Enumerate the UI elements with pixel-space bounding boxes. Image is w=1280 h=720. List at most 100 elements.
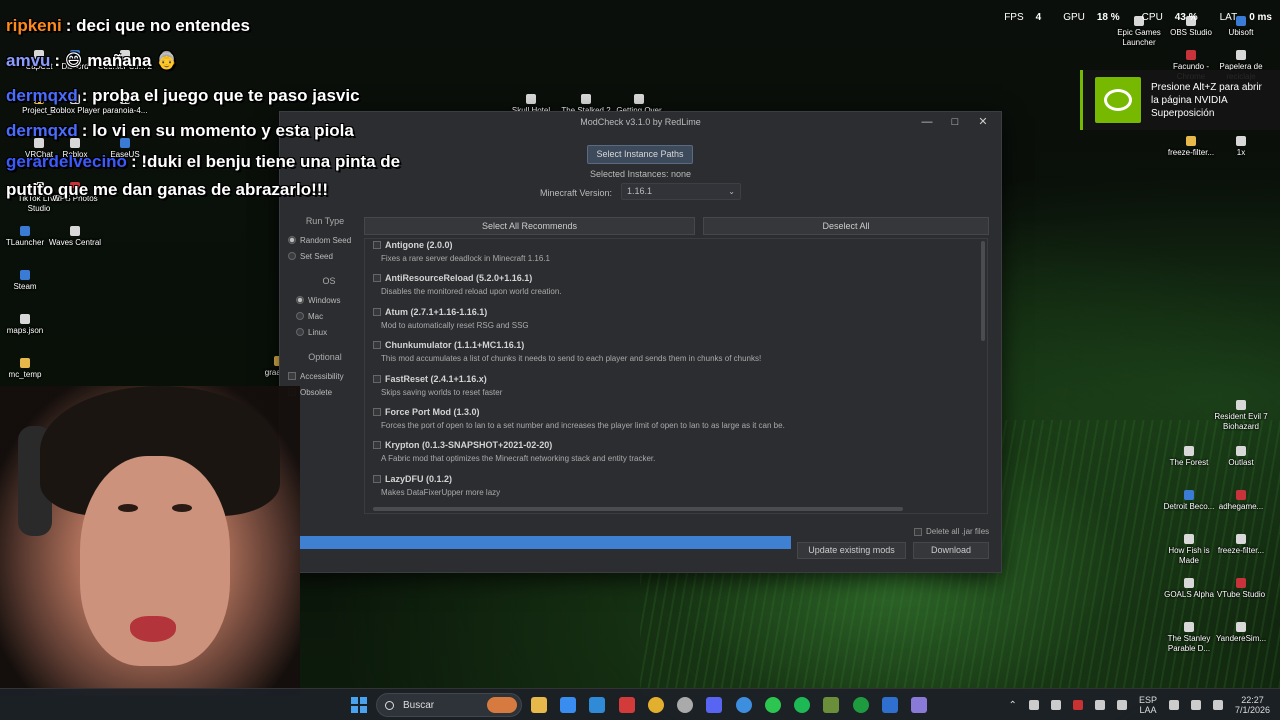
mod-checkbox[interactable]: Force Port Mod (1.3.0) — [373, 407, 979, 417]
mod-list-item[interactable]: AntiResourceReload (5.2.0+1.16.1) Disable… — [365, 272, 987, 305]
desktop-icon[interactable]: 1x — [1210, 136, 1272, 158]
app-icon[interactable] — [882, 697, 898, 713]
desktop-icon[interactable]: maps.json — [0, 314, 56, 336]
steam-taskbar-icon[interactable] — [677, 697, 693, 713]
app-icon — [1236, 622, 1246, 632]
close-button[interactable]: ✕ — [969, 114, 997, 130]
desktop-icon-label: freeze-filter... — [1217, 546, 1265, 555]
delete-jar-checkbox[interactable]: Delete all .jar files — [914, 527, 989, 536]
taskbar: Buscar ⌃ ESP LAA 22:27 7/1/2026 — [0, 688, 1280, 720]
desktop-icon[interactable]: Waves Central — [44, 226, 106, 248]
checkbox-icon — [288, 372, 296, 380]
windows-start-icon[interactable] — [351, 697, 367, 713]
desktop-icon-label: Resident Evil 7 Biohazard — [1214, 412, 1268, 431]
desktop-icon[interactable]: YandereSim... — [1210, 622, 1272, 644]
app-icon — [1184, 446, 1194, 456]
mod-list-item[interactable]: LazyDFU (0.1.2) Makes DataFixerUpper more… — [365, 473, 987, 506]
nvidia-toast[interactable]: Presione Alt+Z para abrir la página NVID… — [1080, 70, 1280, 130]
mod-list-item[interactable]: FastReset (2.4.1+1.16.x) Skips saving wor… — [365, 373, 987, 406]
chat-message: ripkeni: deci que no entendes — [6, 8, 426, 43]
tray-app-icon[interactable] — [1050, 700, 1061, 710]
maximize-button[interactable]: □ — [941, 114, 969, 130]
whatsapp-icon[interactable] — [765, 697, 781, 713]
chrome-profile-icon[interactable] — [736, 697, 752, 713]
microphone-icon[interactable] — [1116, 700, 1127, 710]
desktop-icon-label: OBS Studio — [1170, 28, 1212, 37]
copilot-icon[interactable] — [560, 697, 576, 713]
minecraft-version-label: Minecraft Version: — [540, 188, 613, 198]
radio-mac[interactable]: Mac — [296, 308, 362, 324]
desktop-icon[interactable]: Outlast — [1210, 446, 1272, 468]
language-indicator[interactable]: ESP LAA — [1139, 695, 1157, 715]
app-icon — [20, 314, 30, 324]
volume-icon[interactable] — [1190, 700, 1201, 710]
minimize-button[interactable]: — — [913, 114, 941, 130]
mod-list-item[interactable]: Antigone (2.0.0) Fixes a rare server dead… — [365, 239, 987, 272]
radio-windows[interactable]: Windows — [296, 292, 362, 308]
minecraft-version-value: 1.16.1 — [627, 186, 653, 196]
store-icon[interactable] — [589, 697, 605, 713]
radio-set-seed[interactable]: Set Seed — [288, 248, 362, 264]
desktop-icon[interactable]: mc_temp — [0, 358, 56, 380]
update-existing-mods-button[interactable]: Update existing mods — [797, 542, 906, 559]
chat-message: amvu: 😄 mañana 👵 — [6, 43, 426, 78]
checkbox-icon — [373, 474, 381, 483]
clock[interactable]: 22:27 7/1/2026 — [1235, 695, 1270, 715]
mod-checkbox[interactable]: Chunkumulator (1.1.1+MC1.16.1) — [373, 340, 979, 350]
mod-checkbox[interactable]: Krypton (0.1.3-SNAPSHOT+2021-02-20) — [373, 440, 979, 450]
battery-icon[interactable] — [1212, 700, 1223, 710]
mod-list[interactable]: Antigone (2.0.0) Fixes a rare server dead… — [364, 238, 988, 514]
tray-app-icon[interactable] — [1028, 700, 1039, 710]
desktop-icon[interactable]: VTube Studio — [1210, 578, 1272, 600]
deselect-all-button[interactable]: Deselect All — [703, 217, 989, 235]
desktop-icon-label: Steam — [13, 282, 37, 291]
chevron-up-icon[interactable]: ⌃ — [1009, 700, 1017, 711]
checkbox-accessibility[interactable]: Accessibility — [288, 368, 362, 384]
tray-app-icon[interactable] — [1072, 700, 1083, 710]
chrome-icon[interactable] — [648, 697, 664, 713]
desktop-icon[interactable]: freeze-filter... — [1210, 534, 1272, 556]
tray-app-icon[interactable] — [1094, 700, 1105, 710]
desktop-icon[interactable]: Steam — [0, 270, 56, 292]
radio-random-seed[interactable]: Random Seed — [288, 232, 362, 248]
mod-list-item[interactable]: Chunkumulator (1.1.1+MC1.16.1) This mod a… — [365, 339, 987, 372]
modcheck-taskbar-icon[interactable] — [911, 697, 927, 713]
radio-linux[interactable]: Linux — [296, 324, 362, 340]
wifi-icon[interactable] — [1168, 700, 1179, 710]
spotify-icon[interactable] — [794, 697, 810, 713]
file-explorer-icon[interactable] — [531, 697, 547, 713]
desktop-icon-label: The Stanley Parable D... — [1167, 634, 1211, 653]
desktop-icon[interactable]: Resident Evil 7 Biohazard — [1210, 400, 1272, 432]
minecraft-version-select[interactable]: 1.16.1 ⌄ — [621, 183, 741, 200]
mod-description: Forces the port of open to lan to a set … — [381, 420, 785, 430]
horizontal-scrollbar[interactable] — [373, 507, 903, 511]
mod-list-item[interactable]: Force Port Mod (1.3.0) Forces the port of… — [365, 406, 987, 439]
desktop-icon[interactable]: adhegame... — [1210, 490, 1272, 512]
mod-description: Disables the monitored reload upon world… — [381, 287, 562, 297]
mod-checkbox[interactable]: Antigone (2.0.0) — [373, 240, 979, 250]
app-icon — [526, 94, 536, 104]
mod-checkbox[interactable]: LazyDFU (0.1.2) — [373, 474, 979, 484]
discord-icon[interactable] — [706, 697, 722, 713]
xbox-icon[interactable] — [853, 697, 869, 713]
desktop-icon-label: Outlast — [1228, 458, 1254, 467]
desktop-icon-label: maps.json — [6, 326, 44, 335]
desktop-icon-label: TLauncher — [5, 238, 45, 247]
select-instance-paths-button[interactable]: Select Instance Paths — [587, 145, 693, 164]
download-button[interactable]: Download — [913, 542, 989, 559]
mod-list-item[interactable]: Krypton (0.1.3-SNAPSHOT+2021-02-20) A Fab… — [365, 439, 987, 472]
app-icon — [1184, 578, 1194, 588]
desktop-icon-label: GOALS Alpha — [1164, 590, 1214, 599]
app-icon — [20, 226, 30, 236]
vertical-scrollbar[interactable] — [981, 241, 985, 341]
mod-checkbox[interactable]: FastReset (2.4.1+1.16.x) — [373, 374, 979, 384]
app-icon — [1236, 490, 1246, 500]
mod-checkbox[interactable]: Atum (2.7.1+1.16-1.16.1) — [373, 307, 979, 317]
wps-icon[interactable] — [619, 697, 635, 713]
minecraft-icon[interactable] — [823, 697, 839, 713]
select-all-recommends-button[interactable]: Select All Recommends — [364, 217, 695, 235]
app-icon — [1236, 50, 1246, 60]
mod-checkbox[interactable]: AntiResourceReload (5.2.0+1.16.1) — [373, 273, 979, 283]
taskbar-search[interactable]: Buscar — [376, 693, 522, 717]
mod-list-item[interactable]: Atum (2.7.1+1.16-1.16.1) Mod to automatic… — [365, 306, 987, 339]
